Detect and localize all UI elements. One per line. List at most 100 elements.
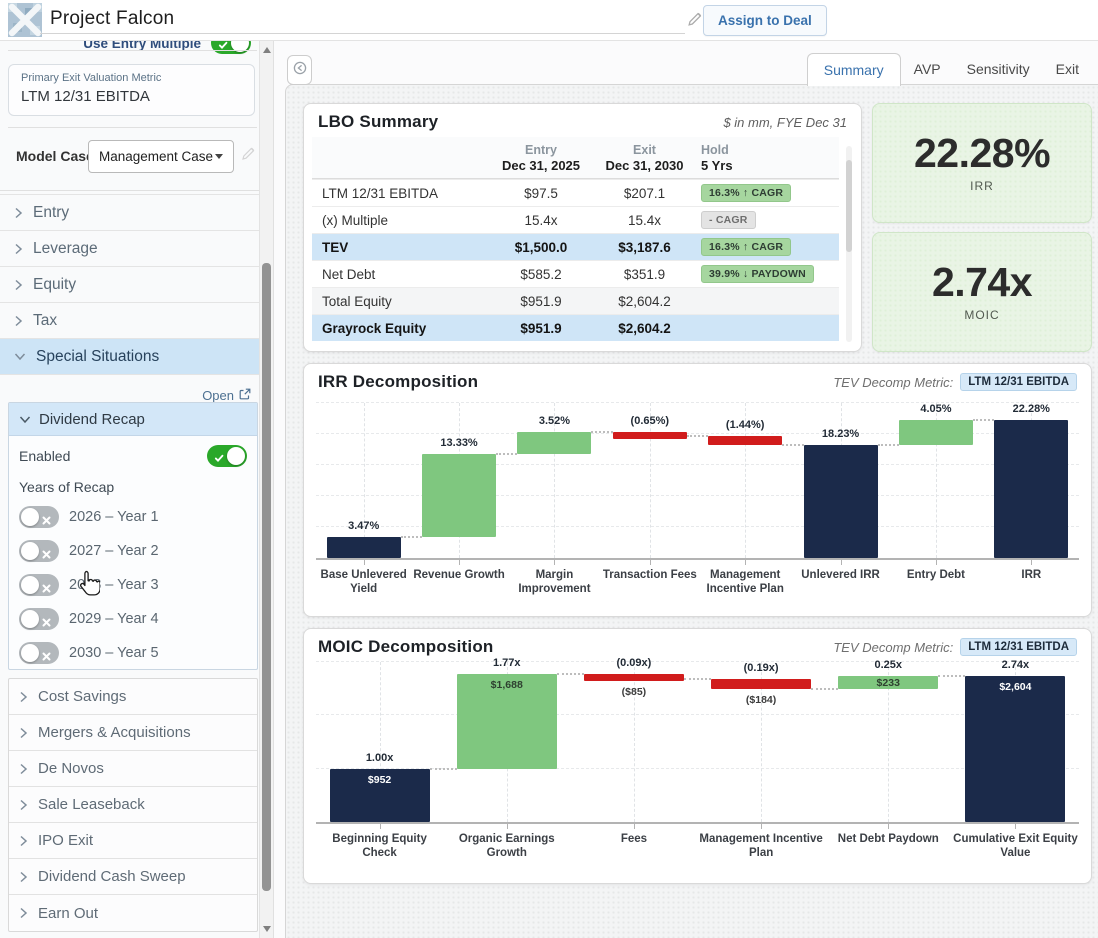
- year-2027-toggle[interactable]: [19, 540, 59, 562]
- bar-value-label: 1.77x: [443, 657, 570, 669]
- model-case-selected-value: Management Case: [99, 149, 213, 164]
- use-entry-multiple-row: Use Entry Multiple: [83, 41, 251, 54]
- table-scrollbar[interactable]: [846, 146, 852, 342]
- lbo-summary-panel: LBO Summary $ in mm, FYE Dec 31 EntryDec…: [303, 103, 862, 352]
- exit-value: 15.4x: [592, 213, 697, 228]
- year-label: 2029 – Year 4: [69, 611, 159, 627]
- entry-value: $97.5: [490, 186, 592, 201]
- waterfall-bar: [804, 445, 878, 558]
- tab-avp[interactable]: AVP: [901, 54, 954, 85]
- scrollbar-thumb[interactable]: [262, 263, 271, 891]
- sidebar-item-de-novos[interactable]: De Novos: [9, 751, 257, 787]
- open-link-label: Open: [202, 388, 234, 403]
- scrollbar-down-arrow[interactable]: [263, 926, 271, 932]
- table-header-row: EntryDec 31, 2025 ExitDec 31, 2030 Hold5…: [312, 137, 839, 179]
- chevron-right-icon: [19, 763, 28, 775]
- sidebar-item-equity[interactable]: Equity: [0, 267, 274, 303]
- year-2026-toggle[interactable]: [19, 506, 59, 528]
- sidebar-item-label: Equity: [33, 276, 76, 294]
- row-label: LTM 12/31 EBITDA: [322, 186, 490, 201]
- chevron-right-icon: [19, 727, 28, 739]
- sidebar-item-ipo-exit[interactable]: IPO Exit: [9, 823, 257, 859]
- sidebar-item-tax[interactable]: Tax: [0, 303, 274, 339]
- year-2030-toggle[interactable]: [19, 642, 59, 664]
- table-row: Total Equity $951.9 $2,604.2: [312, 287, 839, 314]
- title-underline: [40, 33, 685, 34]
- bar-dollar-label: ($184): [698, 694, 825, 706]
- tev-decomp-metric-badge[interactable]: LTM 12/31 EBITDA: [960, 638, 1077, 656]
- sidebar-item-special-situations[interactable]: Special Situations: [0, 339, 274, 375]
- app-logo-icon: [8, 3, 42, 42]
- tev-decomp-metric-label: TEV Decomp Metric:: [833, 375, 953, 390]
- year-label: 2027 – Year 2: [69, 543, 159, 559]
- x-axis-category-label: Net Debt Paydown: [825, 824, 952, 861]
- waterfall-bar: [708, 436, 782, 445]
- cagr-badge: - CAGR: [701, 211, 756, 229]
- moic-card: 2.74x MOIC: [872, 232, 1092, 352]
- open-special-situations-link[interactable]: Open: [202, 388, 251, 403]
- year-label: 2030 – Year 5: [69, 645, 159, 661]
- dividend-recap-title: Dividend Recap: [39, 411, 145, 428]
- x-icon: [42, 648, 51, 666]
- waterfall-connector: [557, 673, 584, 675]
- collapse-panel-icon: [293, 61, 307, 80]
- bar-value-label: 3.47%: [316, 520, 411, 532]
- tab-exit[interactable]: Exit: [1043, 54, 1092, 85]
- sidebar-item-label: IPO Exit: [38, 832, 93, 849]
- x-axis-category-label: Base Unlevered Yield: [316, 560, 411, 597]
- model-case-edit-pencil-icon[interactable]: [241, 146, 256, 166]
- table-scrollbar-thumb[interactable]: [846, 160, 852, 252]
- sidebar-item-mergers-acquisitions[interactable]: Mergers & Acquisitions: [9, 715, 257, 751]
- sidebar-scrollbar[interactable]: [259, 41, 273, 938]
- year-2028-toggle[interactable]: [19, 574, 59, 596]
- assign-to-deal-button[interactable]: Assign to Deal: [703, 5, 827, 36]
- x-axis-category-label: Organic Earnings Growth: [443, 824, 570, 861]
- divider: [8, 50, 257, 51]
- bar-dollar-label: $952: [316, 774, 443, 786]
- irr-card: 22.28% IRR: [872, 103, 1092, 223]
- axis-tick: [364, 560, 365, 565]
- sidebar-item-leverage[interactable]: Leverage: [0, 231, 274, 267]
- page-title: Project Falcon: [50, 8, 174, 30]
- dividend-recap-header[interactable]: Dividend Recap: [9, 403, 257, 436]
- sidebar-accordion: Entry Leverage Equity Tax Special Situat…: [0, 194, 274, 375]
- scrollbar-up-arrow[interactable]: [263, 47, 271, 53]
- chevron-right-icon: [14, 207, 23, 219]
- year-row: 2028 – Year 3: [19, 568, 247, 602]
- edit-title-pencil-icon[interactable]: [687, 11, 703, 32]
- x-axis-category-label: IRR: [984, 560, 1079, 597]
- bar-value-label: (0.19x): [698, 662, 825, 674]
- sidebar-item-entry[interactable]: Entry: [0, 195, 274, 231]
- tab-summary[interactable]: Summary: [807, 53, 901, 86]
- axis-tick: [380, 824, 381, 829]
- sidebar-item-label: De Novos: [38, 760, 104, 777]
- column-subheader: Dec 31, 2025: [502, 158, 580, 173]
- bar-value-label: (1.44%): [698, 419, 793, 431]
- chevron-down-icon: [215, 154, 223, 159]
- axis-tick: [459, 560, 460, 565]
- sidebar: Use Entry Multiple Primary Exit Valuatio…: [0, 41, 274, 938]
- waterfall-bar: [517, 432, 591, 454]
- model-case-select[interactable]: Management Case: [88, 140, 234, 173]
- bar-value-label: 2.74x: [952, 659, 1079, 671]
- bar-value-label: (0.09x): [570, 657, 697, 669]
- entry-value: $1,500.0: [490, 240, 592, 255]
- sidebar-item-sale-leaseback[interactable]: Sale Leaseback: [9, 787, 257, 823]
- tab-sensitivity[interactable]: Sensitivity: [954, 54, 1043, 85]
- sidebar-collapse-handle[interactable]: [287, 55, 312, 85]
- year-2029-toggle[interactable]: [19, 608, 59, 630]
- moic-chart-title: MOIC Decomposition: [318, 637, 494, 657]
- sidebar-item-cost-savings[interactable]: Cost Savings: [9, 679, 257, 715]
- use-entry-multiple-toggle[interactable]: [211, 41, 251, 54]
- dividend-recap-enabled-toggle[interactable]: [207, 445, 247, 467]
- sidebar-item-earn-out[interactable]: Earn Out: [9, 895, 257, 931]
- x-icon: [42, 614, 51, 632]
- year-row: 2026 – Year 1: [19, 500, 247, 534]
- sidebar-item-dividend-cash-sweep[interactable]: Dividend Cash Sweep: [9, 859, 257, 895]
- irr-decomposition-panel: IRR Decomposition TEV Decomp Metric: LTM…: [303, 363, 1092, 617]
- tev-decomp-metric-badge[interactable]: LTM 12/31 EBITDA: [960, 373, 1077, 391]
- primary-exit-metric-label: Primary Exit Valuation Metric: [21, 72, 242, 84]
- sidebar-item-label: Entry: [33, 204, 69, 222]
- waterfall-connector: [401, 536, 422, 538]
- column-header: Entry: [525, 143, 557, 157]
